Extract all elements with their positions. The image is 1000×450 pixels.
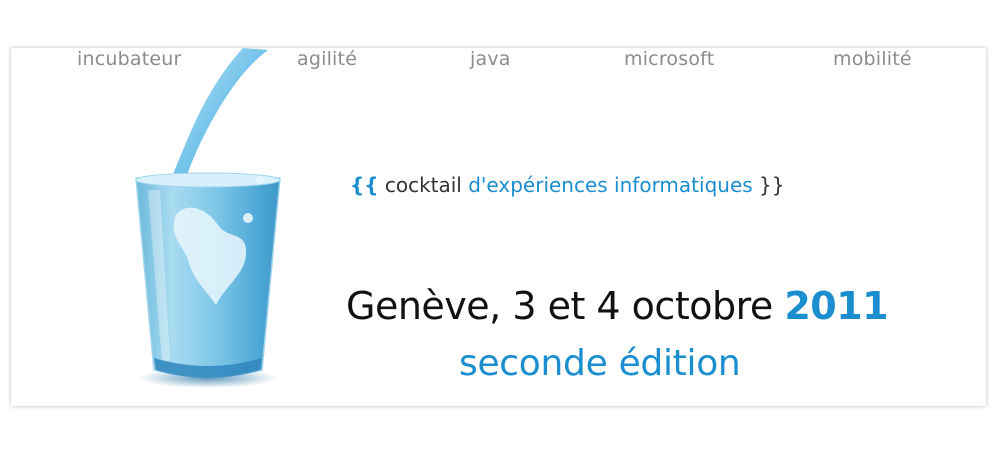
nav-link-java[interactable]: java — [470, 48, 511, 70]
event-year: 2011 — [784, 284, 889, 328]
tagline-close-brace: }} — [759, 173, 785, 197]
event-edition: seconde édition — [459, 343, 741, 384]
event-tagline: {{ cocktail d'expériences informatiques … — [350, 173, 784, 197]
tagline-subject: d'expériences informatiques — [468, 173, 753, 197]
event-date-text: Genève, 3 et 4 octobre — [346, 284, 773, 328]
tagline-open-brace: {{ — [350, 173, 379, 197]
nav-link-mobilite[interactable]: mobilité — [833, 48, 912, 70]
nav-link-microsoft[interactable]: microsoft — [624, 48, 714, 70]
event-date: Genève, 3 et 4 octobre 2011 — [346, 284, 889, 328]
tagline-cocktail: cocktail — [384, 173, 462, 197]
milk-glass-icon — [135, 48, 281, 388]
